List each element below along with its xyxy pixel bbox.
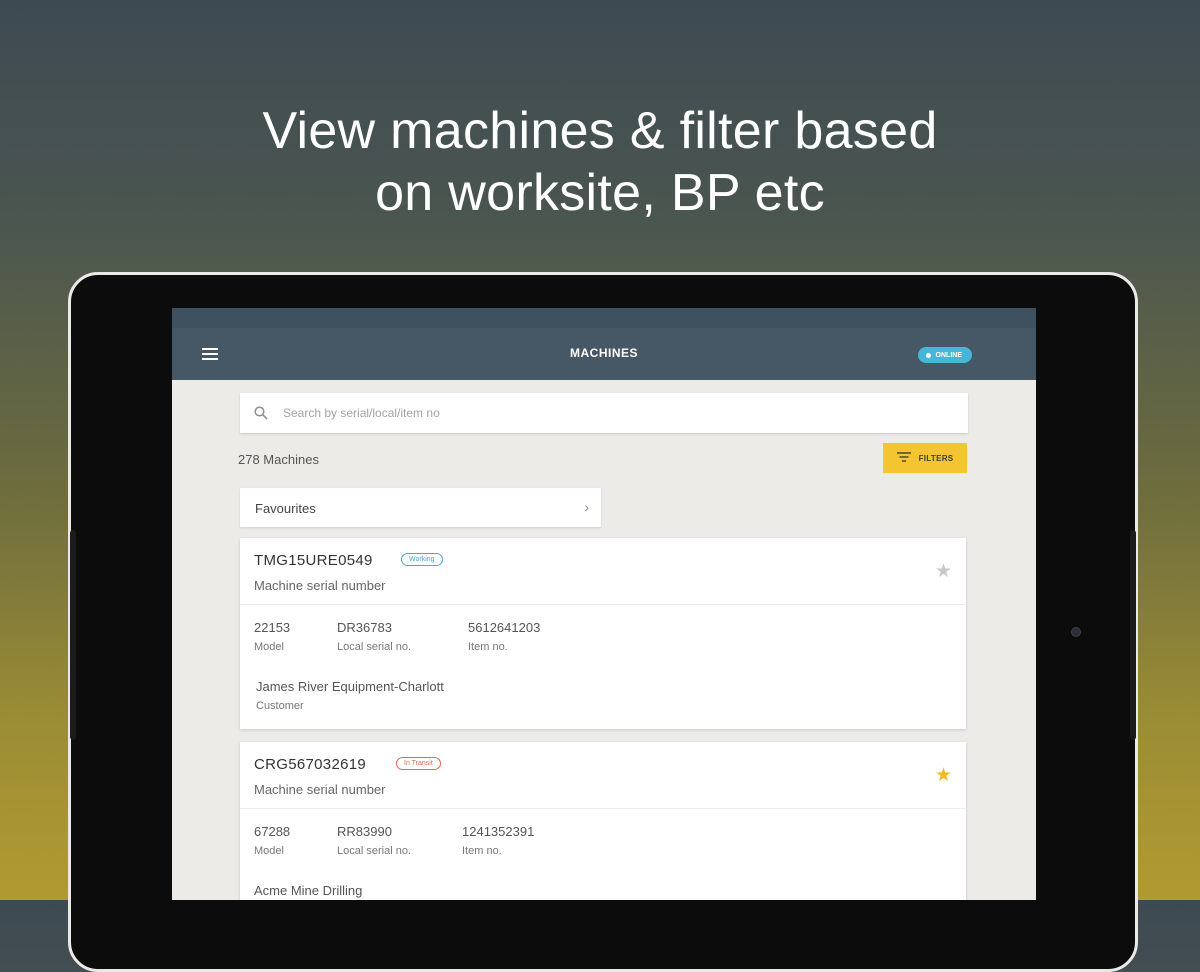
headline-line-1: View machines & filter based (262, 102, 938, 160)
model-label: Model (254, 845, 284, 857)
star-icon[interactable]: ★ (935, 764, 952, 787)
item-no-label: Item no. (462, 845, 502, 857)
customer-field: Acme Mine Drilling (254, 883, 362, 898)
page-title: MACHINES (569, 346, 638, 360)
customer-value: Acme Mine Drilling (254, 883, 363, 898)
local-serial-label: Local serial no. (337, 641, 411, 653)
model-label: Model (254, 641, 284, 653)
online-dot-icon (925, 352, 931, 358)
status-bar (172, 308, 1036, 328)
headline: View machines & filter based on worksite… (0, 100, 1200, 224)
local-serial-value: DR36783 (337, 620, 392, 635)
customer-value: James River Equipment-Charlott (256, 679, 444, 694)
model-value: 22153 (254, 620, 291, 635)
filter-icon (896, 452, 911, 464)
local-serial-label: Local serial no. (337, 845, 411, 857)
item-no-value: 5612641203 (468, 620, 541, 635)
item-no-value: 1241352391 (462, 824, 535, 839)
model-field: 22153 Model (254, 620, 290, 653)
app-bar: MACHINES ONLINE (172, 328, 1036, 380)
customer-field: James River Equipment-Charlott Customer (256, 679, 444, 712)
local-serial-field: RR83990 Local serial no. (337, 824, 411, 857)
online-status-badge: ONLINE (917, 347, 972, 363)
item-no-field: 1241352391 Item no. (462, 824, 534, 857)
status-badge: In Transit (396, 757, 441, 770)
headline-line-2: on worksite, BP etc (375, 164, 825, 222)
search-input[interactable] (281, 405, 935, 421)
local-serial-field: DR36783 Local serial no. (337, 620, 411, 653)
machine-serial-label: Machine serial number (254, 578, 386, 593)
local-serial-value: RR83990 (337, 824, 392, 839)
camera-icon (1072, 628, 1080, 636)
machine-card[interactable]: TMG15URE0549 Working Machine serial numb… (240, 538, 966, 729)
customer-label: Customer (256, 700, 304, 712)
machine-serial-label: Machine serial number (254, 782, 386, 797)
filters-label: FILTERS (918, 453, 954, 463)
machine-card[interactable]: CRG567032619 In Transit Machine serial n… (240, 742, 966, 900)
machine-count: 278 Machines (238, 452, 319, 467)
item-no-label: Item no. (468, 641, 508, 653)
app-screen: MACHINES ONLINE 278 Machines FILTERS Fav… (172, 308, 1036, 900)
chevron-right-icon: › (584, 499, 589, 515)
online-status-label: ONLINE (935, 351, 962, 359)
machine-serial: CRG567032619 (254, 756, 367, 773)
filters-button[interactable]: FILTERS (883, 443, 967, 473)
status-badge: Working (401, 553, 443, 566)
favourites-label: Favourites (255, 501, 316, 516)
tablet-side-button-right (1130, 530, 1136, 740)
item-no-field: 5612641203 Item no. (468, 620, 540, 653)
machine-serial: TMG15URE0549 (254, 552, 373, 569)
model-field: 67288 Model (254, 824, 290, 857)
search-bar (240, 393, 968, 433)
star-icon[interactable]: ★ (935, 560, 952, 583)
tablet-side-button-left (70, 530, 76, 740)
favourites-row[interactable]: Favourites › (240, 488, 601, 527)
model-value: 67288 (254, 824, 291, 839)
search-icon (254, 406, 268, 420)
